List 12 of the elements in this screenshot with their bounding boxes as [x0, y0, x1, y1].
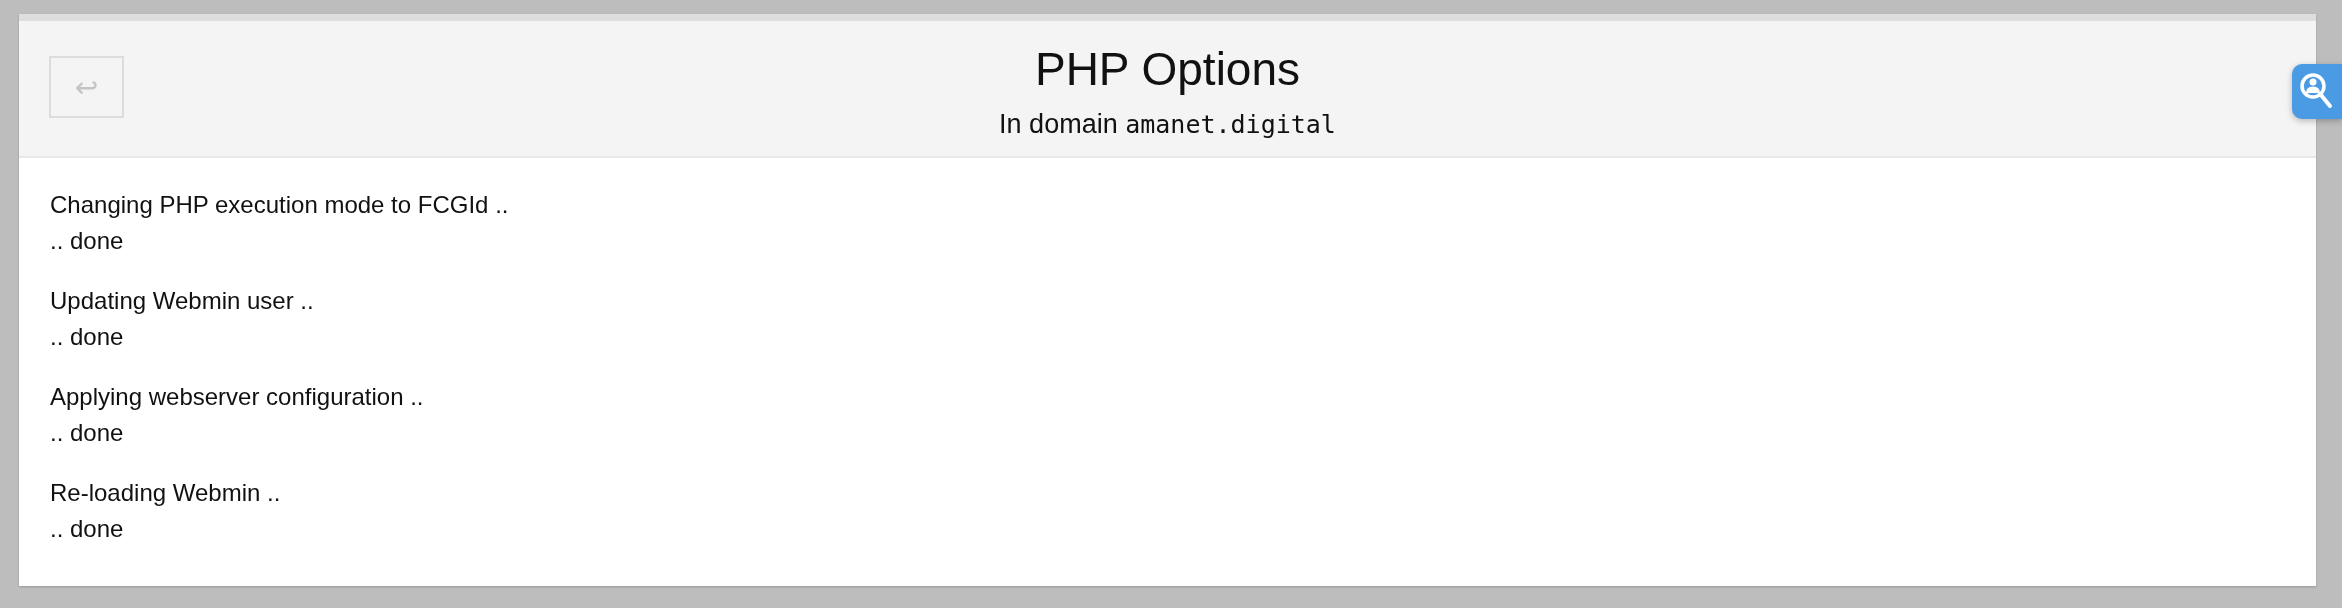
step-action-text: Re-loading Webmin ..	[50, 478, 282, 508]
step-result-text: .. done	[50, 418, 125, 448]
user-search-button[interactable]	[2292, 64, 2342, 119]
step-action-text: Changing PHP execution mode to FCGId ..	[50, 190, 510, 220]
step-result-text: .. done	[50, 226, 125, 256]
step-result-text: .. done	[50, 514, 125, 544]
step-action-text: Applying webserver configuration ..	[50, 382, 425, 412]
back-button[interactable]: ↩	[49, 56, 124, 118]
step-action-text: Updating Webmin user ..	[50, 286, 315, 316]
page-title: PHP Options	[1034, 42, 1301, 97]
step-result-text: .. done	[50, 322, 125, 352]
page-subtitle: In domain amanet.digital	[999, 108, 1336, 141]
